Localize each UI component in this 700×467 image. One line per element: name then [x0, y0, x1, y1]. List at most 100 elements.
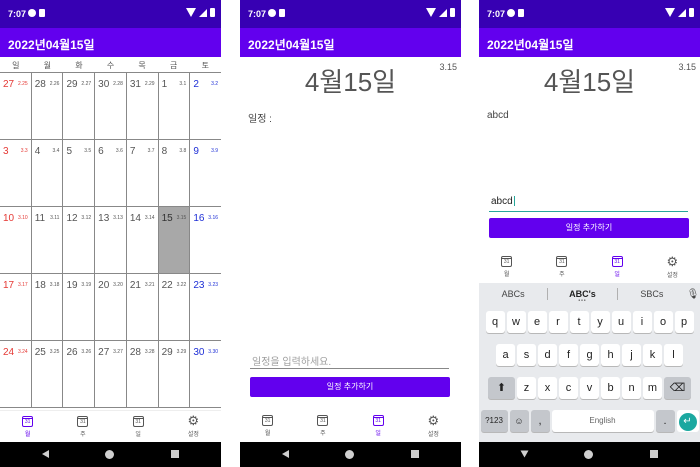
back-icon[interactable]: [42, 450, 49, 458]
calendar-day-cell[interactable]: 16 3.16: [190, 207, 221, 273]
comma-key[interactable]: ,: [530, 410, 550, 432]
schedule-input[interactable]: 일정을 입력하세요.: [250, 353, 449, 369]
calendar-day-cell[interactable]: 4 3.4: [32, 140, 64, 206]
nav-day[interactable]: 31 일: [590, 252, 645, 282]
enter-key[interactable]: ↵: [676, 410, 699, 432]
calendar-day-cell[interactable]: 27 2.25: [0, 73, 32, 139]
nav-month[interactable]: 31 월: [479, 252, 534, 282]
calendar-day-cell[interactable]: 23 3.23: [190, 274, 221, 340]
letter-key[interactable]: q: [485, 311, 505, 333]
calendar-day-cell[interactable]: 25 3.25: [32, 341, 64, 407]
schedule-input[interactable]: abcd: [489, 196, 688, 212]
letter-key[interactable]: v: [580, 377, 599, 399]
recents-icon[interactable]: [171, 450, 179, 458]
calendar-day-cell[interactable]: 1 3.1: [159, 73, 191, 139]
lunar-day: 2.25: [17, 81, 28, 87]
nav-week[interactable]: 31 주: [295, 410, 350, 442]
home-icon[interactable]: [584, 450, 593, 459]
calendar-day-cell[interactable]: 28 2.26: [32, 73, 64, 139]
letter-key[interactable]: j: [622, 344, 641, 366]
calendar-day-cell[interactable]: 30 2.28: [95, 73, 127, 139]
calendar-day-cell[interactable]: 21 3.21: [127, 274, 159, 340]
calendar-day-cell[interactable]: 24 3.24: [0, 341, 32, 407]
nav-settings[interactable]: ⚙ 설정: [406, 410, 461, 442]
add-schedule-button[interactable]: 일정 추가하기: [250, 377, 450, 397]
home-icon[interactable]: [345, 450, 354, 459]
letter-key[interactable]: r: [548, 311, 568, 333]
period-key[interactable]: .: [655, 410, 675, 432]
calendar-day-cell[interactable]: 6 3.6: [95, 140, 127, 206]
calendar-day-cell[interactable]: 29 2.27: [63, 73, 96, 139]
letter-key[interactable]: b: [601, 377, 620, 399]
nav-day[interactable]: 31 일: [351, 410, 406, 442]
calendar-day-cell[interactable]: 9 3.9: [190, 140, 221, 206]
calendar-day-cell[interactable]: 28 3.28: [127, 341, 159, 407]
letter-key[interactable]: k: [643, 344, 662, 366]
nav-week[interactable]: 31 주: [534, 252, 589, 282]
backspace-key[interactable]: ⌫: [664, 377, 691, 399]
calendar-day-cell[interactable]: 5 3.5: [63, 140, 96, 206]
calendar-day-cell[interactable]: 19 3.19: [63, 274, 96, 340]
calendar-day-cell[interactable]: 11 3.11: [32, 207, 64, 273]
calendar-day-cell[interactable]: 18 3.18: [32, 274, 64, 340]
calendar-day-cell[interactable]: 15 3.15: [158, 207, 191, 273]
nav-month[interactable]: 31 월: [240, 410, 295, 442]
microphone-icon[interactable]: 🎙: [686, 289, 700, 300]
calendar-day-cell[interactable]: 20 3.20: [95, 274, 127, 340]
letter-key[interactable]: n: [622, 377, 641, 399]
recents-icon[interactable]: [650, 450, 658, 458]
calendar-day-cell[interactable]: 8 3.8: [159, 140, 191, 206]
calendar-day-cell[interactable]: 29 3.29: [159, 341, 191, 407]
back-icon[interactable]: [520, 450, 529, 458]
nav-month[interactable]: 31 월: [0, 411, 55, 442]
letter-key[interactable]: u: [611, 311, 631, 333]
calendar-day-cell[interactable]: 12 3.12: [63, 207, 96, 273]
letter-key[interactable]: f: [559, 344, 578, 366]
letter-key[interactable]: d: [538, 344, 557, 366]
letter-key[interactable]: y: [590, 311, 610, 333]
suggestion[interactable]: ABC's: [548, 289, 617, 304]
calendar-day-cell[interactable]: 13 3.13: [95, 207, 127, 273]
calendar-day-cell[interactable]: 26 3.26: [63, 341, 96, 407]
nav-settings[interactable]: ⚙ 설정: [166, 411, 221, 442]
letter-key[interactable]: l: [664, 344, 683, 366]
letter-key[interactable]: c: [559, 377, 578, 399]
calendar-day-cell[interactable]: 17 3.17: [0, 274, 32, 340]
letter-key[interactable]: t: [569, 311, 589, 333]
calendar-day-cell[interactable]: 2 3.2: [190, 73, 221, 139]
recents-icon[interactable]: [411, 450, 419, 458]
nav-settings[interactable]: ⚙ 설정: [645, 252, 700, 282]
back-icon[interactable]: [282, 450, 289, 458]
letter-key[interactable]: g: [580, 344, 599, 366]
calendar-day-cell[interactable]: 31 2.29: [127, 73, 159, 139]
letter-key[interactable]: e: [527, 311, 547, 333]
emoji-key[interactable]: ☺: [509, 410, 529, 432]
letter-key[interactable]: x: [538, 377, 557, 399]
calendar-day-cell[interactable]: 27 3.27: [95, 341, 127, 407]
calendar-day-cell[interactable]: 30 3.30: [190, 341, 221, 407]
space-key[interactable]: English: [551, 410, 654, 432]
letter-key[interactable]: h: [601, 344, 620, 366]
letter-key[interactable]: o: [653, 311, 673, 333]
system-nav-bar: [0, 442, 221, 467]
home-icon[interactable]: [105, 450, 114, 459]
letter-key[interactable]: p: [674, 311, 694, 333]
letter-key[interactable]: s: [517, 344, 536, 366]
nav-day[interactable]: 31 일: [111, 411, 166, 442]
add-schedule-button[interactable]: 일정 추가하기: [489, 218, 689, 238]
calendar-day-cell[interactable]: 3 3.3: [0, 140, 32, 206]
letter-key[interactable]: w: [506, 311, 526, 333]
suggestion[interactable]: SBCs: [618, 289, 686, 299]
letter-key[interactable]: i: [632, 311, 652, 333]
letter-key[interactable]: m: [643, 377, 662, 399]
letter-key[interactable]: z: [517, 377, 536, 399]
nav-week[interactable]: 31 주: [55, 411, 110, 442]
letter-key[interactable]: a: [496, 344, 515, 366]
calendar-day-cell[interactable]: 10 3.10: [0, 207, 32, 273]
shift-key[interactable]: ⬆: [488, 377, 515, 399]
calendar-day-cell[interactable]: 14 3.14: [127, 207, 159, 273]
symbols-key[interactable]: ?123: [480, 410, 508, 432]
calendar-day-cell[interactable]: 7 3.7: [127, 140, 159, 206]
calendar-day-cell[interactable]: 22 3.22: [159, 274, 191, 340]
suggestion[interactable]: ABCs: [479, 289, 547, 299]
